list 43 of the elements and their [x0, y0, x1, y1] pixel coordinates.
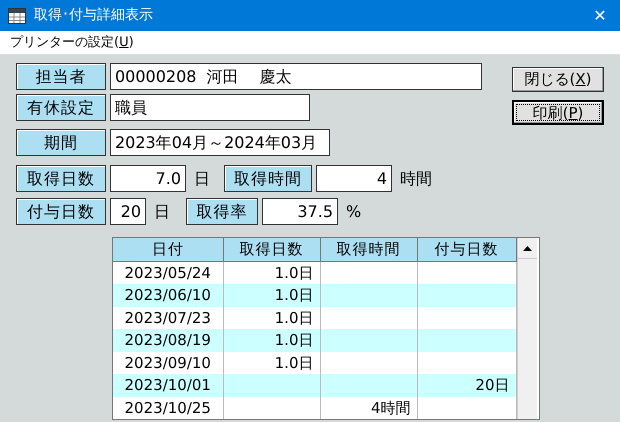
text-field[interactable]: 7.0 [110, 165, 186, 192]
unit-label: 時間 [400, 168, 432, 190]
unit-label: 日 [194, 168, 210, 190]
text-field[interactable]: 37.5 [262, 198, 338, 225]
unit-label: 日 [154, 200, 170, 222]
field-label: 取得時間 [224, 165, 312, 192]
app-icon [8, 8, 26, 24]
close-button[interactable]: ✕ [580, 2, 620, 28]
table-cell: 2023/06/10 [124, 286, 211, 304]
column-header: 取得日数 [223, 238, 320, 261]
table-cell: 1.0日 [274, 331, 314, 349]
table-cell: 1.0日 [274, 286, 314, 304]
close-dialog-button[interactable]: 閉じる(X) [512, 67, 604, 92]
text-field[interactable]: 職員 [110, 94, 310, 121]
window-title: 取得･付与詳細表示 [34, 6, 154, 25]
field-label: 取得日数 [16, 165, 106, 192]
text-field[interactable]: 2023年04月～2024年03月 [110, 129, 330, 156]
text-field[interactable]: 00000208 河田 慶太 [110, 63, 482, 90]
scroll-up-icon[interactable] [522, 246, 532, 250]
column-header: 日付 [113, 238, 223, 261]
table-cell: 2023/05/24 [124, 264, 211, 282]
field-label: 担当者 [16, 63, 106, 90]
table-cell: 20日 [475, 376, 510, 394]
table-cell: 2023/08/19 [124, 331, 211, 349]
table-cell: 1.0日 [274, 354, 314, 372]
field-label: 取得率 [186, 198, 258, 225]
table-cell: 1.0日 [274, 308, 314, 326]
unit-label: % [346, 200, 362, 222]
field-label: 有休設定 [16, 94, 106, 121]
text-field[interactable]: 20 [110, 198, 146, 225]
table-cell: 2023/10/01 [124, 376, 211, 394]
column-header: 取得時間 [320, 238, 417, 261]
field-label: 付与日数 [16, 198, 106, 225]
scrollbar[interactable] [516, 238, 536, 419]
print-button[interactable]: 印刷(P) [512, 100, 604, 125]
table-cell: 4時間 [370, 398, 410, 416]
table-cell: 2023/09/10 [124, 354, 211, 372]
column-header: 付与日数 [417, 238, 516, 261]
field-label: 期間 [16, 129, 106, 156]
table-cell: 2023/10/25 [124, 398, 211, 416]
table-cell: 2023/07/23 [124, 308, 211, 326]
table-cell: 1.0日 [274, 264, 314, 282]
text-field[interactable]: 4 [316, 165, 392, 192]
